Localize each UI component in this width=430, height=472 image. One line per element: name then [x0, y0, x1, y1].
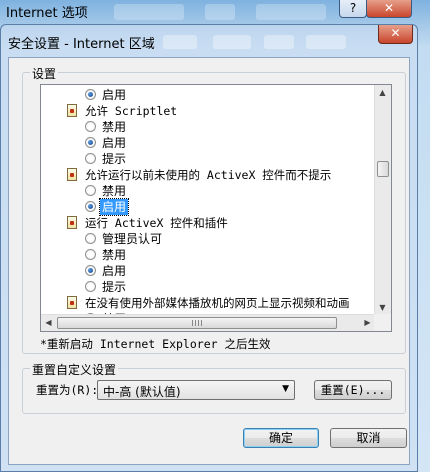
radio-checked-icon[interactable] — [85, 201, 96, 212]
settings-list-items: 启用 允许 Scriptlet 禁用 启用 提示 允许运行以前未使用的 ActiveX 控… — [41, 85, 375, 315]
parent-close-button[interactable]: ✕ — [366, 0, 412, 18]
scroll-right-arrow-icon[interactable]: ▶ — [360, 315, 375, 330]
cancel-button[interactable]: 取消 — [330, 428, 407, 448]
scroll-up-arrow-icon[interactable]: ▲ — [375, 85, 390, 100]
setting-option-label: 禁用 — [102, 120, 127, 134]
scrollbar-corner — [374, 314, 391, 331]
setting-category-label: 在没有使用外部媒体播放机的网页上显示视频和动画 — [85, 296, 350, 310]
setting-option-label: 禁用 — [102, 248, 127, 262]
setting-option-label: 禁用 — [102, 184, 127, 198]
parent-help-button[interactable]: ? — [339, 0, 367, 18]
dialog-title: 安全设置 - Internet 区域 — [8, 37, 155, 52]
horizontal-scrollbar[interactable]: ◀ ▶ — [41, 314, 375, 331]
reset-group-label: 重置自定义设置 — [30, 361, 119, 378]
radio-unchecked-icon[interactable] — [85, 121, 96, 132]
settings-group-label: 设置 — [30, 65, 59, 82]
parent-window-title: Internet 选项 — [6, 6, 88, 21]
dialog-close-button[interactable]: ✕ — [378, 25, 413, 44]
reset-for-label: 重置为(R): — [36, 383, 99, 397]
radio-checked-icon[interactable] — [85, 89, 96, 100]
chevron-down-icon: ▼ — [282, 384, 289, 394]
settings-list[interactable]: 启用 允许 Scriptlet 禁用 启用 提示 允许运行以前未使用的 ActiveX 控… — [40, 84, 392, 332]
setting-option-label: 启用 — [102, 264, 127, 278]
setting-option-label: 提示 — [102, 280, 127, 294]
setting-option-label: 启用 — [98, 198, 130, 216]
radio-unchecked-icon[interactable] — [85, 281, 96, 292]
ok-button[interactable]: 确定 — [243, 428, 319, 448]
scroll-left-arrow-icon[interactable]: ◀ — [41, 315, 56, 330]
settings-doc-icon — [67, 104, 77, 117]
scroll-grip-icon — [192, 320, 202, 326]
radio-unchecked-icon[interactable] — [85, 153, 96, 164]
radio-unchecked-icon[interactable] — [85, 185, 96, 196]
setting-option-label: 管理员认可 — [102, 232, 163, 246]
dialog-ghost-decoration — [306, 35, 346, 49]
parent-ghost-decoration — [205, 4, 235, 20]
dialog-ghost-decoration — [163, 35, 197, 49]
radio-unchecked-icon[interactable] — [85, 233, 96, 244]
restart-note: *重新启动 Internet Explorer 之后生效 — [40, 337, 271, 351]
dialog-ghost-decoration — [264, 35, 294, 49]
setting-option-label: 启用 — [102, 136, 127, 150]
radio-checked-icon[interactable] — [85, 265, 96, 276]
vertical-scroll-thumb[interactable] — [377, 161, 389, 177]
setting-category-label: 运行 ActiveX 控件和插件 — [85, 216, 228, 230]
vertical-scrollbar[interactable]: ▲ ▼ — [374, 85, 391, 315]
reset-level-select[interactable]: 中-高 (默认值) ▼ — [97, 380, 295, 400]
horizontal-scroll-thumb[interactable] — [57, 317, 337, 329]
reset-button[interactable]: 重置(E)... — [314, 380, 392, 400]
radio-checked-icon[interactable] — [85, 137, 96, 148]
settings-doc-icon — [67, 168, 77, 181]
scroll-down-arrow-icon[interactable]: ▼ — [375, 300, 390, 315]
radio-unchecked-icon[interactable] — [85, 249, 96, 260]
dialog-ghost-decoration — [213, 35, 251, 49]
parent-ghost-decoration — [114, 4, 184, 20]
setting-category-label: 允许 Scriptlet — [85, 104, 178, 118]
reset-level-value: 中-高 (默认值) — [103, 385, 181, 399]
parent-ghost-decoration — [256, 4, 326, 20]
setting-option-label: 启用 — [102, 88, 127, 102]
settings-doc-icon — [67, 216, 77, 229]
settings-doc-icon — [67, 296, 77, 309]
setting-option-label: 提示 — [102, 152, 127, 166]
setting-category-label: 允许运行以前未使用的 ActiveX 控件而不提示 — [85, 168, 332, 182]
